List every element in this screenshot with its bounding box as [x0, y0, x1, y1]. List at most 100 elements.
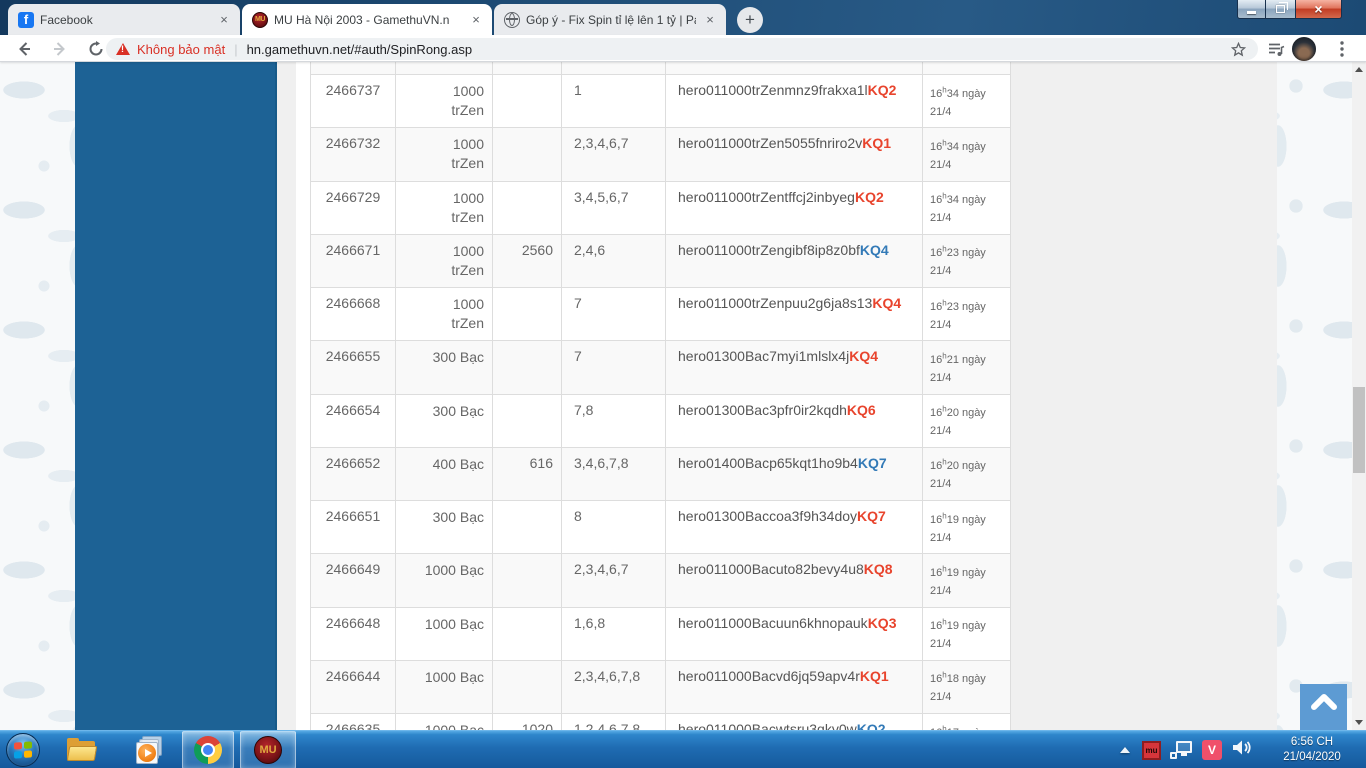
table-row: 2466652 400 Bạc 616 3,4,6,7,8 hero01400B…: [310, 448, 1011, 501]
cell-win: [493, 395, 562, 447]
security-warning-label[interactable]: Không bảo mật: [137, 42, 225, 57]
cell-numbers: 2,4,6: [562, 235, 666, 287]
vertical-scrollbar[interactable]: [1352, 62, 1366, 730]
cell-win: 2560: [493, 235, 562, 287]
cell-win: [493, 288, 562, 340]
extension-playlist-button[interactable]: [1264, 37, 1288, 61]
tab-gop-y[interactable]: Góp ý - Fix Spin tỉ lệ lên 1 tỷ | Pag ×: [494, 4, 726, 35]
result-badge: KQ2: [855, 189, 884, 205]
taskbar-media-player-button[interactable]: [128, 731, 172, 768]
scrollbar-thumb[interactable]: [1353, 387, 1365, 473]
minimize-button[interactable]: [1237, 0, 1266, 19]
tab-title: Facebook: [40, 13, 210, 27]
result-badge: KQ1: [860, 668, 889, 684]
restore-button[interactable]: [1266, 0, 1295, 19]
tab-facebook[interactable]: f Facebook ×: [8, 4, 240, 35]
cell-time: 16h17ngày 21/4: [923, 714, 1011, 730]
browser-menu-button[interactable]: [1330, 37, 1354, 61]
show-hidden-icons-button[interactable]: [1120, 747, 1130, 753]
media-player-icon: [136, 736, 164, 764]
cell-numbers: 7: [562, 341, 666, 393]
scroll-to-top-button[interactable]: [1300, 684, 1347, 730]
cell-time: 16h19ngày 21/4: [923, 554, 1011, 606]
taskbar-clock[interactable]: 6:56 CH 21/04/2020: [1264, 735, 1360, 765]
cell-win: [493, 182, 562, 234]
table-row: 2466635 1000 Bạc 1020 1,2,4,6,7,8 hero01…: [310, 714, 1011, 730]
cell-amount: 300 Bạc: [396, 501, 493, 553]
triangle-up-icon: [1355, 67, 1363, 72]
cell-amount: 1000 Bạc: [396, 608, 493, 660]
spin-history-panel: 2466737 1000trZen 1 hero011000trZenmnz9f…: [296, 62, 1011, 730]
network-icon[interactable]: [1170, 741, 1192, 759]
cell-numbers: 7,8: [562, 395, 666, 447]
avatar: [1292, 37, 1316, 61]
cell-code: hero011000Bacuun6khnopaukKQ3: [666, 608, 923, 660]
tray-v-icon[interactable]: V: [1202, 740, 1222, 760]
cell-code: hero01400Bacp65kqt1ho9b4KQ7: [666, 448, 923, 500]
cell-id: 2466668: [310, 288, 396, 340]
tab-close-icon[interactable]: ×: [468, 12, 484, 28]
taskbar-mu-game-button[interactable]: MU: [240, 731, 296, 768]
clock-time: 6:56 CH: [1291, 736, 1333, 748]
start-button[interactable]: [6, 733, 40, 767]
cell-code: hero011000Bacvd6jq59apv4rKQ1: [666, 661, 923, 713]
security-warning-icon[interactable]: [116, 43, 130, 55]
close-button[interactable]: ×: [1295, 0, 1342, 19]
spin-history-table: 2466737 1000trZen 1 hero011000trZenmnz9f…: [310, 62, 1011, 730]
mu-icon: MU: [252, 12, 268, 28]
url-text[interactable]: hn.gamethuvn.net/#auth/SpinRong.asp: [247, 42, 473, 57]
clock-date: 21/04/2020: [1283, 751, 1341, 763]
cell-id: 2466651: [310, 501, 396, 553]
cell-id: 2466652: [310, 448, 396, 500]
tray-mu-icon[interactable]: mu: [1142, 741, 1161, 760]
tab-close-icon[interactable]: ×: [216, 12, 232, 28]
cell-numbers: 1,6,8: [562, 608, 666, 660]
bookmark-star-button[interactable]: [1226, 37, 1250, 61]
taskbar-explorer-button[interactable]: [60, 731, 104, 768]
taskbar-chrome-button[interactable]: [182, 731, 234, 768]
scrollbar-down-arrow[interactable]: [1352, 715, 1366, 730]
volume-icon[interactable]: [1232, 739, 1252, 761]
result-badge: KQ4: [872, 295, 901, 311]
forward-button[interactable]: [48, 37, 72, 61]
reload-button[interactable]: [84, 37, 108, 61]
cell-id: 2466649: [310, 554, 396, 606]
tab-close-icon[interactable]: ×: [702, 12, 718, 28]
page-content: 2466737 1000trZen 1 hero011000trZenmnz9f…: [0, 62, 1366, 730]
cell-code: hero011000Bacuto82bevy4u8KQ8: [666, 554, 923, 606]
address-bar[interactable]: Không bảo mật | hn.gamethuvn.net/#auth/S…: [106, 38, 1258, 60]
cell-id: 2466671: [310, 235, 396, 287]
cell-time: 16h34ngày 21/4: [923, 128, 1011, 180]
back-button[interactable]: [12, 37, 36, 61]
table-row: 2466737 1000trZen 1 hero011000trZenmnz9f…: [310, 75, 1011, 128]
folder-icon: [67, 738, 97, 762]
result-badge: KQ7: [857, 508, 886, 524]
result-badge: KQ7: [858, 455, 887, 471]
profile-avatar[interactable]: [1292, 37, 1316, 61]
windows-taskbar: MU mu V 6:56 CH 21/04/2020: [0, 730, 1366, 768]
cell-code: hero01300Bac7myi1mlslx4jKQ4: [666, 341, 923, 393]
result-badge: KQ4: [860, 242, 889, 258]
facebook-icon: f: [18, 12, 34, 28]
cell-code: hero011000trZenmnz9frakxa1lKQ2: [666, 75, 923, 127]
cell-id: 2466737: [310, 75, 396, 127]
tab-mu-hanoi[interactable]: MU MU Hà Nội 2003 - GamethuVN.n ×: [242, 4, 492, 35]
cell-id: 2466644: [310, 661, 396, 713]
result-badge: KQ3: [868, 615, 897, 631]
cell-amount: 1000trZen: [396, 128, 493, 180]
new-tab-button[interactable]: +: [737, 7, 763, 33]
cell-amount: 300 Bạc: [396, 395, 493, 447]
tab-title: Góp ý - Fix Spin tỉ lệ lên 1 tỷ | Pag: [526, 13, 696, 27]
cell-numbers: 3,4,6,7,8: [562, 448, 666, 500]
cell-id: 2466732: [310, 128, 396, 180]
result-badge: KQ2: [868, 82, 897, 98]
cell-numbers: 2,3,4,6,7,8: [562, 661, 666, 713]
tab-title: MU Hà Nội 2003 - GamethuVN.n: [274, 13, 462, 27]
cell-win: [493, 128, 562, 180]
cell-numbers: 3,4,5,6,7: [562, 182, 666, 234]
result-badge: KQ4: [849, 348, 878, 364]
cell-time: 16h21ngày 21/4: [923, 341, 1011, 393]
star-icon: [1231, 42, 1246, 57]
cell-time: 16h20ngày 21/4: [923, 395, 1011, 447]
scrollbar-up-arrow[interactable]: [1352, 62, 1366, 77]
